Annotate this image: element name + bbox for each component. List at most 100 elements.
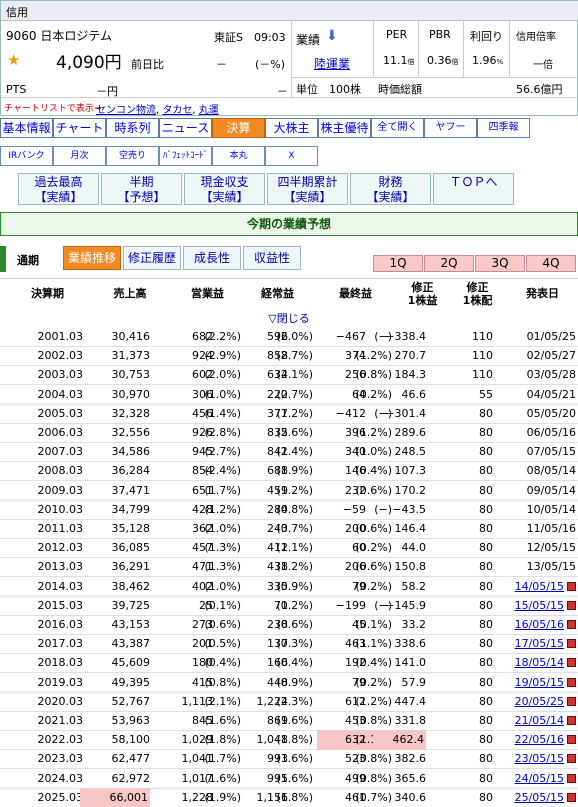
pdf-icon[interactable]: [567, 773, 576, 783]
tab-timeseries[interactable]: 時系列: [106, 118, 159, 138]
tab-basic-info[interactable]: 基本情報: [0, 118, 53, 138]
expand-all-button[interactable]: 全て開く: [371, 118, 424, 138]
ordinary-margin: (0.7%): [276, 387, 313, 401]
announce-date[interactable]: 23/05/15: [515, 749, 564, 769]
sales-cell: 52,767: [111, 694, 151, 708]
net-cell: −59: [342, 502, 366, 516]
section-link-half-year[interactable]: 半期 【予想】: [101, 173, 182, 205]
operating-margin: (1.7%): [204, 483, 241, 497]
mcap-label: 時価総額: [378, 83, 422, 96]
announce-date[interactable]: 20/05/25: [515, 692, 564, 712]
net-margin: (0.6%): [355, 560, 392, 574]
pdf-icon[interactable]: [567, 620, 576, 629]
operating-margin: (0.6%): [204, 618, 241, 631]
yahoo-link[interactable]: ヤフー: [424, 118, 477, 138]
pdf-icon[interactable]: [567, 600, 576, 610]
period-cell: 2013.03: [37, 560, 84, 574]
announce-date[interactable]: 17/05/15: [515, 634, 564, 654]
dps-cell: 80: [479, 579, 493, 593]
tab-earnings[interactable]: 決算: [212, 118, 265, 138]
sector-link[interactable]: 陸運業: [314, 55, 350, 72]
section-link-quarterly[interactable]: 四半期累計 【実績】: [267, 173, 348, 205]
quarter-2q-button[interactable]: 2Q: [424, 255, 474, 272]
peer-link[interactable]: センコン物流: [96, 105, 156, 116]
unit-label: 単位: [296, 83, 318, 96]
x-link[interactable]: X: [265, 146, 318, 166]
tab-benefits[interactable]: 株主優待: [318, 118, 371, 138]
ordinary-margin: (0.8%): [276, 502, 313, 516]
pdf-icon[interactable]: [567, 639, 576, 649]
margin-value: 一倍: [533, 60, 553, 71]
col-operating: 営業益: [191, 287, 224, 300]
dps-cell: 110: [472, 368, 493, 382]
tab-growth[interactable]: 成長性: [183, 246, 241, 270]
eps-cell: 338.6: [394, 637, 427, 651]
eps-cell: 462.4: [372, 730, 426, 751]
period-cell: 2011.03: [37, 522, 84, 535]
pdf-icon[interactable]: [567, 735, 576, 745]
sales-cell: 43,387: [111, 637, 151, 651]
announce-date[interactable]: 14/05/15: [515, 577, 564, 597]
ordinary-margin: (1.1%): [276, 541, 313, 555]
collapse-toggle[interactable]: ▽閉じる: [0, 312, 578, 326]
pdf-icon[interactable]: [567, 581, 576, 591]
table-row: 2016.03 43,153 273 (0.6%) 238 (0.6%) 45 (0.1%) 3…: [0, 615, 578, 635]
announce-date: 13/05/15: [526, 560, 576, 574]
announce-date[interactable]: 25/05/15: [515, 788, 564, 807]
announce-date[interactable]: 24/05/15: [515, 769, 564, 789]
announce-date[interactable]: 16/05/16: [515, 615, 564, 635]
eps-cell: 170.2: [394, 483, 427, 497]
announce-date[interactable]: 19/05/15: [515, 673, 564, 693]
section-link-cashflow[interactable]: 現金収支 【実績】: [184, 173, 265, 205]
pdf-icon[interactable]: [567, 658, 576, 668]
operating-margin: (2.8%): [204, 426, 241, 439]
unit-value: 100株: [329, 83, 361, 96]
short-sell-link[interactable]: 空売り: [106, 146, 159, 166]
section-link-top[interactable]: ＴＯＰへ: [433, 173, 514, 205]
credit-label: 信用: [1, 1, 578, 21]
ordinary-margin: (1.2%): [276, 560, 313, 574]
shikiho-link[interactable]: 四季報: [477, 118, 530, 138]
quarter-1q-button[interactable]: 1Q: [373, 255, 423, 272]
tab-revision-history[interactable]: 修正履歴: [123, 246, 181, 270]
ir-bank-link[interactable]: IRバンク: [0, 146, 53, 166]
dps-cell: 80: [479, 598, 493, 612]
sales-cell: 62,477: [111, 752, 151, 766]
peer-link[interactable]: 丸運: [199, 105, 219, 116]
section-link-record-high[interactable]: 過去最高 【実績】: [18, 173, 99, 205]
tab-news[interactable]: ニュース: [159, 118, 212, 138]
section-link-financials[interactable]: 財務 【実績】: [350, 173, 431, 205]
tab-shareholders[interactable]: 大株主: [265, 118, 318, 138]
buffett-code-link[interactable]: ﾊﾞﾌｪｯﾄｺｰﾄﾞ: [159, 146, 212, 166]
tab-profitability[interactable]: 収益性: [243, 246, 301, 270]
quarter-3q-button[interactable]: 3Q: [475, 255, 525, 272]
net-margin: (1.2%): [355, 694, 392, 708]
pdf-icon[interactable]: [567, 716, 576, 725]
pdf-icon[interactable]: [567, 696, 576, 706]
pdf-icon[interactable]: [567, 792, 576, 802]
pdf-icon[interactable]: [567, 754, 576, 764]
chart-list-link[interactable]: チャートリストで表示⇒: [4, 101, 101, 114]
tab-chart[interactable]: チャート: [53, 118, 106, 138]
tab-results-trend[interactable]: 業績推移: [63, 246, 121, 270]
favorite-star-icon[interactable]: ★: [7, 51, 20, 69]
pdf-icon[interactable]: [567, 677, 576, 687]
eps-cell: 57.9: [401, 675, 427, 689]
ordinary-margin: (0.7%): [276, 522, 313, 535]
col-sales: 売上高: [113, 287, 147, 300]
net-cell: −412: [335, 406, 366, 420]
honmaru-link[interactable]: 本丸: [212, 146, 265, 166]
col-dps: 修正 1株配: [462, 281, 493, 307]
announce-date[interactable]: 15/05/15: [515, 596, 564, 616]
net-margin: (0.8%): [355, 368, 392, 382]
peer-link[interactable]: タカセ: [162, 105, 192, 116]
quarter-4q-button[interactable]: 4Q: [526, 255, 576, 272]
period-cell: 2019.03: [37, 675, 84, 689]
monthly-link[interactable]: 月次: [53, 146, 106, 166]
net-margin: (0.8%): [355, 771, 392, 785]
announce-date[interactable]: 21/05/14: [515, 711, 564, 731]
announce-date: 03/05/28: [526, 368, 576, 382]
announce-date[interactable]: 18/05/14: [515, 653, 564, 673]
announce-date[interactable]: 22/05/16: [515, 730, 564, 750]
dps-cell: 80: [479, 694, 493, 708]
